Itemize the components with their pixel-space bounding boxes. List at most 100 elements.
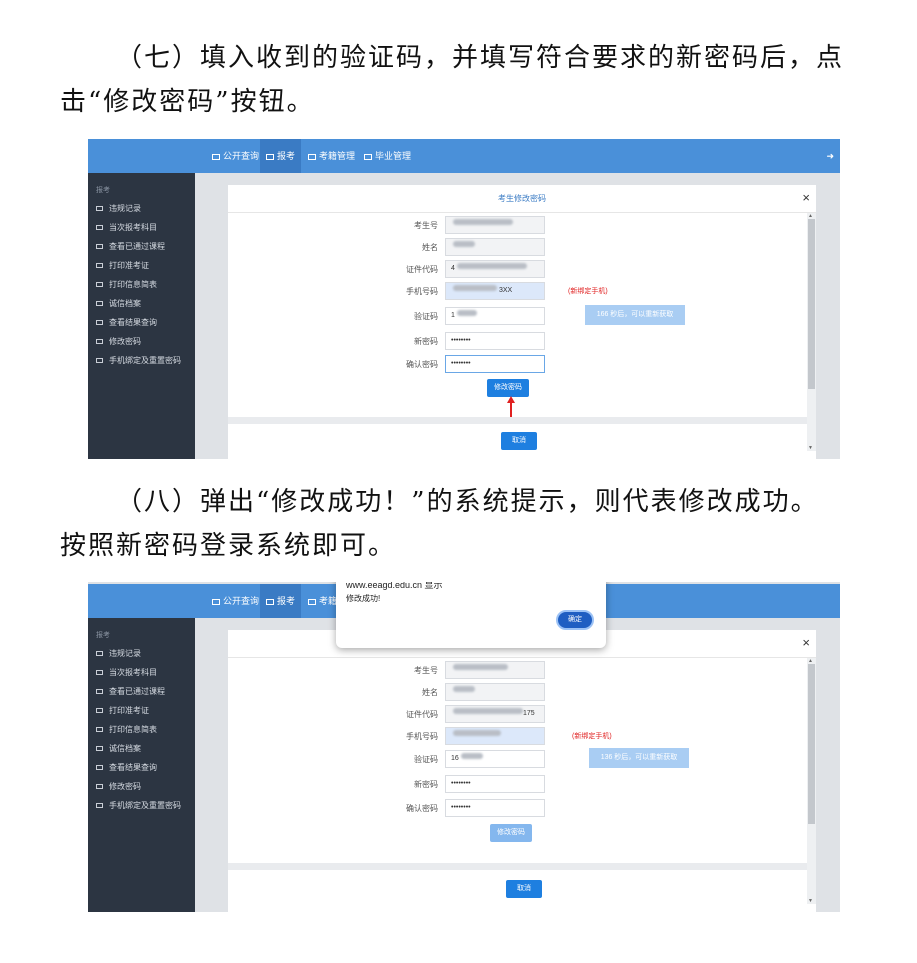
confirm-password-input[interactable]: •••••••• <box>445 355 545 373</box>
change-password-modal: 考生修改密码 × 考生号 姓名 证件代码 4 手机号码 3XX (新绑定手机) … <box>228 185 816 459</box>
phone-label: 手机号码 <box>406 287 438 296</box>
sidebar-item-violations[interactable]: 违规记录 <box>88 199 195 218</box>
sidebar-item-current-subjects[interactable]: 当次报考科目 <box>88 663 195 682</box>
new-password-input[interactable]: •••••••• <box>445 332 545 350</box>
name-label: 姓名 <box>422 243 438 252</box>
sidebar-item-passed-courses[interactable]: 查看已通过课程 <box>88 682 195 701</box>
step-7-line-2: 击“修改密码”按钮。 <box>60 87 315 117</box>
close-icon[interactable]: × <box>802 636 810 649</box>
red-arrow-pointer-icon <box>507 396 515 418</box>
sidebar-item-print-admission[interactable]: 打印准考证 <box>88 701 195 720</box>
sidebar-item-print-summary[interactable]: 打印信息简表 <box>88 720 195 739</box>
sidebar-item-phone-binding[interactable]: 手机绑定及重置密码 <box>88 351 195 370</box>
verification-code-label: 验证码 <box>414 755 438 764</box>
step-7-line-1: （七）填入收到的验证码，并填写符合要求的新密码后，点 <box>116 43 845 73</box>
nav-item-graduation-management[interactable]: 毕业管理 <box>358 139 417 173</box>
sidebar-title: 报考 <box>96 187 110 194</box>
sidebar-item-label: 修改密码 <box>109 337 141 346</box>
confirm-password-input[interactable]: •••••••• <box>445 799 545 817</box>
verification-code-input[interactable]: 1 <box>445 307 545 325</box>
confirm-ok-button[interactable]: 确定 <box>556 610 594 630</box>
sidebar-item-result-query[interactable]: 查看结果查询 <box>88 313 195 332</box>
vertical-scrollbar[interactable]: ▲ ▼ <box>807 213 816 451</box>
new-password-row: 新密码 •••••••• <box>228 332 788 350</box>
monitor-icon <box>96 244 103 249</box>
sidebar-item-passed-courses[interactable]: 查看已通过课程 <box>88 237 195 256</box>
step-8-line-2: 按照新密码登录系统即可。 <box>60 531 397 561</box>
name-label: 姓名 <box>422 688 438 697</box>
sidebar-item-label: 诚信档案 <box>109 299 141 308</box>
sidebar-item-label: 违规记录 <box>109 204 141 213</box>
scroll-down-icon[interactable]: ▼ <box>808 898 813 904</box>
code-prefix: 1 <box>451 312 455 319</box>
name-row: 姓名 <box>228 238 788 256</box>
code-prefix: 16 <box>451 755 459 762</box>
monitor-icon <box>96 339 103 344</box>
success-alert-dialog: www.eeagd.edu.cn 显示 修改成功! 确定 <box>336 582 606 648</box>
new-password-input[interactable]: •••••••• <box>445 775 545 793</box>
redacted-value <box>453 730 501 736</box>
sidebar-item-label: 打印准考证 <box>109 706 149 715</box>
nav-item-public-query[interactable]: 公开查询 <box>206 139 265 173</box>
sidebar-item-label: 查看结果查询 <box>109 763 157 772</box>
resend-code-button[interactable]: 166 秒后，可以重新获取 <box>585 305 685 325</box>
monitor-icon <box>96 689 103 694</box>
horizontal-scrollbar[interactable] <box>228 417 808 424</box>
nav-item-public-query[interactable]: 公开查询 <box>206 584 265 618</box>
sidebar-item-label: 当次报考科目 <box>109 668 157 677</box>
horizontal-scrollbar[interactable] <box>228 863 808 870</box>
nav-label: 报考 <box>277 596 296 606</box>
id-code-field: 175 <box>445 705 545 723</box>
phone-row: 手机号码 3XX (新绑定手机) <box>228 282 788 300</box>
sidebar-item-integrity-file[interactable]: 诚信档案 <box>88 294 195 313</box>
sidebar-item-result-query[interactable]: 查看结果查询 <box>88 758 195 777</box>
monitor-icon <box>266 599 274 605</box>
redacted-value <box>460 753 483 759</box>
change-password-modal: × 考生号 姓名 证件代码 175 手机号码 (新绑定手机) 验证码 16 13… <box>228 630 816 912</box>
redacted-value <box>453 285 497 291</box>
new-bound-phone-note: (新绑定手机) <box>568 288 608 295</box>
name-row: 姓名 <box>228 683 788 701</box>
id-code-row: 证件代码 175 <box>228 705 788 723</box>
nav-item-exam-registration[interactable]: 报考 <box>260 139 302 173</box>
sidebar-item-change-password[interactable]: 修改密码 <box>88 777 195 796</box>
sidebar-item-label: 查看已通过课程 <box>109 242 165 251</box>
logout-icon[interactable]: ➜ <box>826 151 834 162</box>
nav-label: 毕业管理 <box>375 151 412 161</box>
monitor-icon <box>96 708 103 713</box>
new-password-row: 新密码 •••••••• <box>228 775 788 793</box>
verification-code-input[interactable]: 16 <box>445 750 545 768</box>
top-navigation-bar: 公开查询 报考 考籍管理 毕业管理 ➜ <box>88 139 840 173</box>
nav-label: 公开查询 <box>223 151 260 161</box>
sidebar-item-print-summary[interactable]: 打印信息简表 <box>88 275 195 294</box>
nav-item-exam-registration[interactable]: 报考 <box>260 584 302 618</box>
cancel-button[interactable]: 取消 <box>501 432 537 450</box>
exam-number-field <box>445 216 545 234</box>
cancel-button[interactable]: 取消 <box>506 880 542 898</box>
nav-item-record-management[interactable]: 考籍管理 <box>302 139 361 173</box>
scroll-down-icon[interactable]: ▼ <box>808 445 813 451</box>
phone-row: 手机号码 (新绑定手机) <box>228 727 788 745</box>
sidebar-item-current-subjects[interactable]: 当次报考科目 <box>88 218 195 237</box>
new-bound-phone-note: (新绑定手机) <box>572 733 612 740</box>
phone-field <box>445 727 545 745</box>
exam-number-label: 考生号 <box>414 221 438 230</box>
sidebar-item-print-admission[interactable]: 打印准考证 <box>88 256 195 275</box>
new-password-label: 新密码 <box>414 780 438 789</box>
change-password-button[interactable]: 修改密码 <box>487 379 529 397</box>
sidebar-item-violations[interactable]: 违规记录 <box>88 644 195 663</box>
change-password-button[interactable]: 修改密码 <box>490 824 532 842</box>
sidebar-item-change-password[interactable]: 修改密码 <box>88 332 195 351</box>
vertical-scrollbar[interactable]: ▲ ▼ <box>807 658 816 904</box>
resend-code-button[interactable]: 136 秒后，可以重新获取 <box>589 748 689 768</box>
monitor-icon <box>96 746 103 751</box>
sidebar-item-label: 当次报考科目 <box>109 223 157 232</box>
scroll-thumb[interactable] <box>808 219 815 389</box>
scroll-thumb[interactable] <box>808 664 815 824</box>
monitor-icon <box>96 803 103 808</box>
sidebar-item-phone-binding[interactable]: 手机绑定及重置密码 <box>88 796 195 815</box>
monitor-icon <box>96 727 103 732</box>
sidebar-item-integrity-file[interactable]: 诚信档案 <box>88 739 195 758</box>
sidebar-item-label: 打印信息简表 <box>109 280 157 289</box>
close-icon[interactable]: × <box>802 191 810 204</box>
